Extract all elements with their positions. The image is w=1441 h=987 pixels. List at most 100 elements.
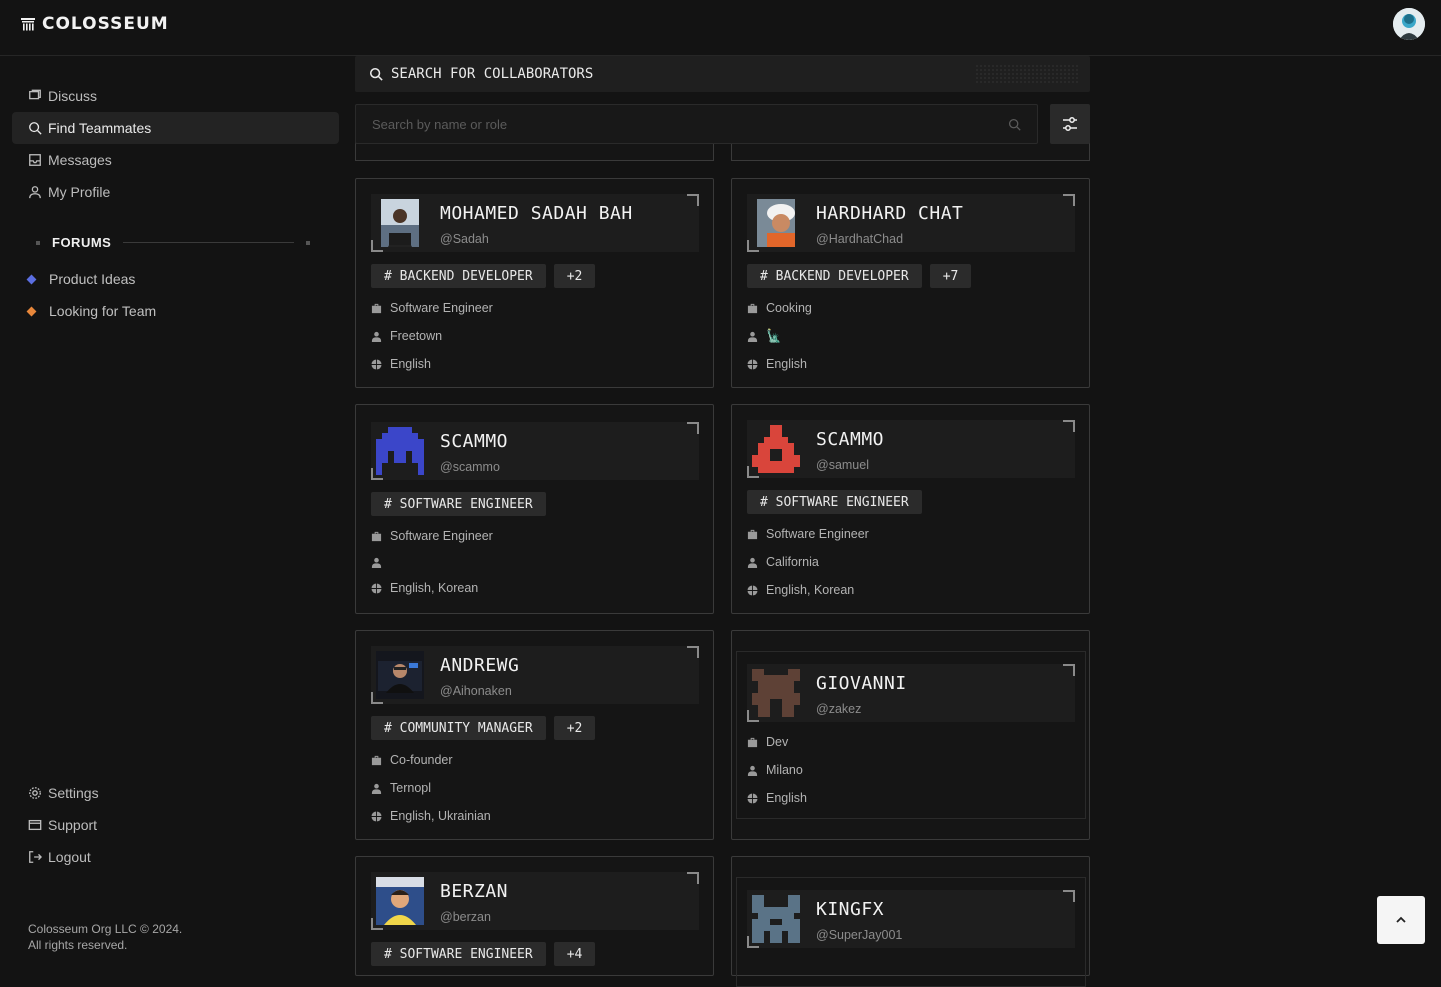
- meta-languages: English: [747, 791, 807, 805]
- avatar: [752, 895, 800, 943]
- meta-role-text: Dev: [766, 735, 789, 749]
- user-icon: [29, 186, 41, 199]
- diamond-icon: [26, 274, 37, 284]
- teammate-card[interactable]: BERZAN @berzan # SOFTWARE ENGINEER +4: [355, 856, 714, 976]
- meta-role: Co-founder: [371, 753, 453, 767]
- role-tag: # BACKEND DEVELOPER: [747, 264, 922, 288]
- teammate-name: MOHAMED SADAH BAH: [440, 203, 633, 224]
- person-pin-icon: [747, 331, 758, 342]
- top-bar: COLOSSEUM: [0, 0, 1441, 56]
- sidebar-item-messages[interactable]: Messages: [12, 144, 339, 176]
- teammate-card[interactable]: SCAMMO @scammo # SOFTWARE ENGINEER Softw…: [355, 404, 714, 614]
- sidebar-item-logout[interactable]: Logout: [12, 841, 339, 873]
- card-header: GIOVANNI @zakez: [747, 664, 1075, 722]
- sidebar-item-my-profile[interactable]: My Profile: [12, 176, 339, 208]
- forums-marker-end: [306, 240, 310, 245]
- meta-languages-text: English, Ukrainian: [390, 809, 491, 823]
- meta-role-text: Software Engineer: [766, 527, 869, 541]
- sidebar: Discuss Find Teammates Messages My Profi…: [0, 57, 345, 959]
- corner-bracket: [371, 468, 383, 480]
- meta-languages-text: English: [766, 791, 807, 805]
- corner-bracket: [747, 710, 759, 722]
- sidebar-item-find-teammates[interactable]: Find Teammates: [12, 112, 339, 144]
- chat-icon: [29, 89, 41, 100]
- teammate-handle: @Sadah: [440, 232, 489, 246]
- corner-bracket: [687, 194, 699, 206]
- card-header: SCAMMO @scammo: [371, 422, 699, 480]
- meta-location-text: 🗽: [766, 329, 782, 343]
- corner-bracket: [747, 466, 759, 478]
- person-pin-icon: [371, 331, 382, 342]
- meta-languages-text: English: [766, 357, 807, 371]
- sidebar-item-settings[interactable]: Settings: [12, 777, 339, 809]
- search-input[interactable]: [356, 105, 1037, 143]
- role-tag: # SOFTWARE ENGINEER: [747, 490, 922, 514]
- teammate-card[interactable]: ANDREWG @Aihonaken # COMMUNITY MANAGER +…: [355, 630, 714, 840]
- meta-location: Ternopl: [371, 781, 431, 795]
- meta-location-text: Freetown: [390, 329, 443, 343]
- globe-icon: [747, 358, 758, 370]
- corner-bracket: [1063, 664, 1075, 676]
- teammate-name: GIOVANNI: [816, 673, 907, 694]
- corner-bracket: [747, 240, 759, 252]
- sidebar-item-support[interactable]: Support: [12, 809, 339, 841]
- meta-languages: English, Korean: [747, 583, 854, 597]
- sidebar-item-label: Discuss: [48, 88, 98, 104]
- more-tags-badge: +2: [553, 264, 596, 288]
- teammate-card[interactable]: GIOVANNI @zakez Dev Milano English: [731, 630, 1090, 840]
- logo[interactable]: COLOSSEUM: [20, 14, 169, 34]
- footer-copyright: Colosseum Org LLC © 2024. All rights res…: [28, 921, 182, 953]
- avatar: [752, 669, 800, 717]
- globe-icon: [747, 584, 758, 596]
- sidebar-item-label: Messages: [48, 152, 112, 168]
- logo-text: COLOSSEUM: [42, 14, 169, 34]
- teammate-name: KINGFX: [816, 899, 885, 920]
- corner-bracket: [687, 422, 699, 434]
- meta-location: [371, 557, 390, 568]
- corner-bracket: [371, 240, 383, 252]
- avatar: [376, 427, 424, 475]
- meta-location: Freetown: [371, 329, 442, 343]
- scroll-to-top-button[interactable]: [1377, 896, 1425, 944]
- meta-location: Milano: [747, 763, 803, 777]
- corner-bracket: [747, 936, 759, 948]
- more-tags-badge: +2: [553, 716, 596, 740]
- role-tag: # SOFTWARE ENGINEER: [371, 492, 546, 516]
- meta-role: Software Engineer: [747, 527, 869, 541]
- teammate-card[interactable]: SCAMMO @samuel # SOFTWARE ENGINEER Softw…: [731, 404, 1090, 614]
- tag-list: # SOFTWARE ENGINEER: [371, 492, 546, 516]
- avatar: [757, 199, 795, 247]
- meta-role-text: Software Engineer: [390, 301, 493, 315]
- teammate-card[interactable]: HARDHARD CHAT @HardhatChad # BACKEND DEV…: [731, 178, 1090, 388]
- meta-role: Software Engineer: [371, 301, 493, 315]
- search-icon: [29, 122, 42, 135]
- colosseum-logo-icon: [21, 18, 35, 31]
- teammate-card[interactable]: KINGFX @SuperJay001: [731, 856, 1090, 987]
- avatar: [376, 651, 424, 699]
- meta-role-text: Cooking: [766, 301, 812, 315]
- role-tag: # COMMUNITY MANAGER: [371, 716, 546, 740]
- chevron-up-icon: [1396, 916, 1406, 923]
- user-avatar[interactable]: [1393, 8, 1425, 40]
- card-header: HARDHARD CHAT @HardhatChad: [747, 194, 1075, 252]
- card-header: ANDREWG @Aihonaken: [371, 646, 699, 704]
- search-icon: [1008, 118, 1021, 131]
- role-tag: # SOFTWARE ENGINEER: [371, 942, 546, 966]
- more-tags-badge: +7: [929, 264, 972, 288]
- avatar: [376, 877, 424, 925]
- meta-languages-text: English, Korean: [390, 581, 479, 595]
- forum-item-product-ideas[interactable]: Product Ideas: [26, 271, 136, 287]
- forum-item-looking-for-team[interactable]: Looking for Team: [26, 303, 156, 319]
- briefcase-icon: [371, 531, 382, 541]
- forum-item-label: Product Ideas: [49, 271, 136, 287]
- sidebar-item-discuss[interactable]: Discuss: [12, 80, 339, 112]
- teammate-handle: @HardhatChad: [816, 232, 904, 246]
- filter-button[interactable]: [1050, 104, 1090, 144]
- teammate-handle: @berzan: [440, 910, 491, 924]
- teammate-handle: @zakez: [816, 702, 862, 716]
- dot-pattern: [975, 64, 1080, 84]
- teammate-card[interactable]: MOHAMED SADAH BAH @Sadah # BACKEND DEVEL…: [355, 178, 714, 388]
- meta-location-text: Milano: [766, 763, 803, 777]
- search-banner-title: SEARCH FOR COLLABORATORS: [391, 66, 594, 82]
- forums-header: FORUMS: [36, 235, 310, 250]
